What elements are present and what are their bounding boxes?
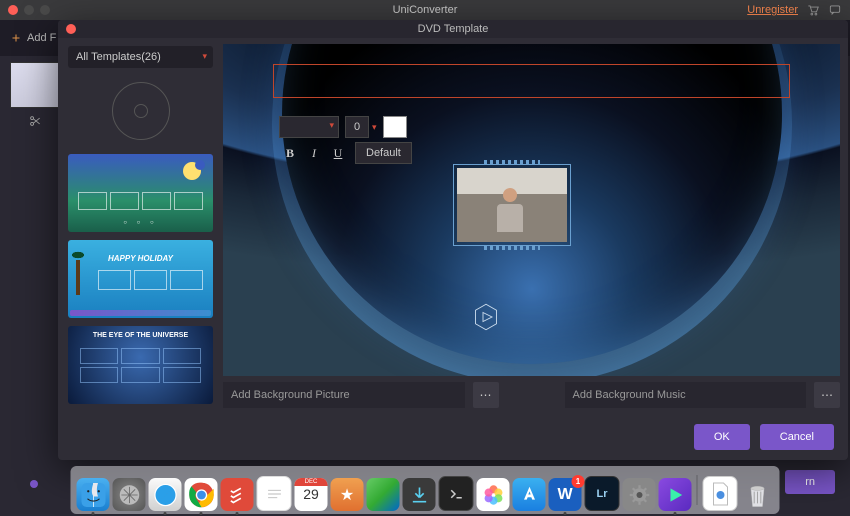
burn-button[interactable]: rn <box>785 470 835 494</box>
dialog-titlebar: DVD Template <box>58 20 848 38</box>
dock-word-icon[interactable]: W1 <box>549 478 582 511</box>
close-window-button[interactable] <box>8 5 18 15</box>
chapter-video-frame[interactable] <box>453 164 571 246</box>
template-filter-select[interactable]: All Templates(26) <box>68 46 213 68</box>
background-music-input[interactable]: Add Background Music <box>565 382 807 408</box>
scissors-icon[interactable] <box>28 114 42 128</box>
word-badge: 1 <box>572 475 585 488</box>
dock-chrome-icon[interactable] <box>185 478 218 511</box>
dialog-title: DVD Template <box>418 23 489 35</box>
window-controls <box>8 5 50 15</box>
template-item-happy-holiday[interactable]: HAPPY HOLIDAY <box>68 240 213 318</box>
dock-trash-icon[interactable] <box>741 478 774 511</box>
unregister-link[interactable]: Unregister <box>747 4 798 16</box>
bold-button[interactable]: B <box>279 143 301 163</box>
template-item-nice-dream[interactable]: ○ ○ ○ <box>68 154 213 232</box>
minimize-window-button[interactable] <box>24 5 34 15</box>
add-file-button[interactable]: Add F <box>10 32 56 44</box>
dock-calendar-icon[interactable]: DEC29 <box>295 478 328 511</box>
template-sidebar: All Templates(26) ○ ○ ○ HAPPY HOLIDAY TH… <box>58 38 223 414</box>
title-text-box[interactable] <box>273 64 790 98</box>
default-style-button[interactable]: Default <box>355 142 412 164</box>
template-preview-canvas[interactable]: 0 B I U Default <box>223 44 840 376</box>
ok-button[interactable]: OK <box>694 424 750 450</box>
zoom-window-button[interactable] <box>40 5 50 15</box>
dock-appstore-icon[interactable] <box>513 478 546 511</box>
dock-uniconverter-icon[interactable] <box>659 478 692 511</box>
dock-separator <box>697 475 698 505</box>
dock-safari-icon[interactable] <box>149 478 182 511</box>
cart-icon[interactable] <box>806 3 820 17</box>
macos-titlebar: UniConverter Unregister <box>0 0 850 20</box>
dock-maps-icon[interactable] <box>367 478 400 511</box>
browse-music-button[interactable]: ⋯ <box>814 382 840 408</box>
underline-button[interactable]: U <box>327 143 349 163</box>
macos-dock: DEC29 ★ W1 Lr <box>71 466 780 514</box>
background-picture-input[interactable]: Add Background Picture <box>223 382 465 408</box>
play-button[interactable] <box>471 302 501 332</box>
dock-recent-doc-icon[interactable] <box>703 476 738 511</box>
template-item-eye-universe[interactable]: THE EYE OF THE UNIVERSE <box>68 326 213 404</box>
dock-lightroom-icon[interactable]: Lr <box>585 476 620 511</box>
dock-notes-icon[interactable] <box>257 476 292 511</box>
dock-todoist-icon[interactable] <box>221 478 254 511</box>
disc-icon <box>112 82 170 140</box>
dialog-close-button[interactable] <box>66 24 76 34</box>
chat-icon[interactable] <box>828 3 842 17</box>
browse-picture-button[interactable]: ⋯ <box>473 382 499 408</box>
dock-wunderlist-icon[interactable]: ★ <box>331 478 364 511</box>
font-family-select[interactable] <box>279 116 339 138</box>
progress-handle[interactable] <box>30 480 38 488</box>
disc-preview <box>68 76 213 146</box>
dock-terminal-icon[interactable] <box>439 476 474 511</box>
app-title: UniConverter <box>393 4 458 16</box>
italic-button[interactable]: I <box>303 143 325 163</box>
dock-system-prefs-icon[interactable] <box>623 478 656 511</box>
dock-photos-icon[interactable] <box>477 478 510 511</box>
dock-launchpad-icon[interactable] <box>113 478 146 511</box>
font-size-input[interactable]: 0 <box>345 116 369 138</box>
font-color-picker[interactable] <box>383 116 407 138</box>
dvd-template-dialog: DVD Template All Templates(26) ○ ○ ○ HAP… <box>58 20 848 460</box>
dock-finder-icon[interactable] <box>77 478 110 511</box>
add-file-label: Add F <box>27 32 56 44</box>
preview-column: 0 B I U Default <box>223 38 848 414</box>
dialog-footer: OK Cancel <box>58 414 848 460</box>
cancel-button[interactable]: Cancel <box>760 424 834 450</box>
text-format-toolbar: 0 B I U Default <box>279 116 412 164</box>
dock-download-icon[interactable] <box>403 478 436 511</box>
